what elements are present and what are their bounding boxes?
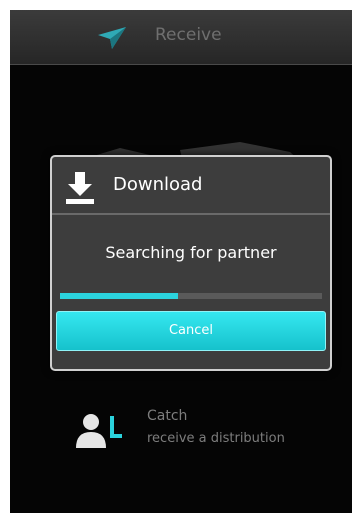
- download-dialog: Download Searching for partner Cancel: [50, 155, 332, 371]
- progress-bar: [60, 293, 322, 299]
- page-title: Receive: [155, 25, 222, 45]
- progress-fill: [60, 293, 178, 299]
- paper-plane-icon: [98, 27, 126, 49]
- title-bar: Receive: [10, 10, 352, 65]
- catch-subtitle: receive a distribution: [147, 431, 285, 446]
- dialog-title: Download: [113, 174, 203, 195]
- person-receive-icon: [76, 414, 122, 448]
- status-message: Searching for partner: [105, 243, 277, 262]
- cancel-button[interactable]: Cancel: [56, 311, 326, 351]
- download-icon: [66, 172, 94, 204]
- menu-item-catch[interactable]: Catch receive a distribution: [72, 405, 332, 457]
- app-screen: Receive Download Searching for partner C…: [10, 10, 352, 513]
- catch-title: Catch: [147, 408, 188, 424]
- dialog-header: Download: [52, 157, 330, 215]
